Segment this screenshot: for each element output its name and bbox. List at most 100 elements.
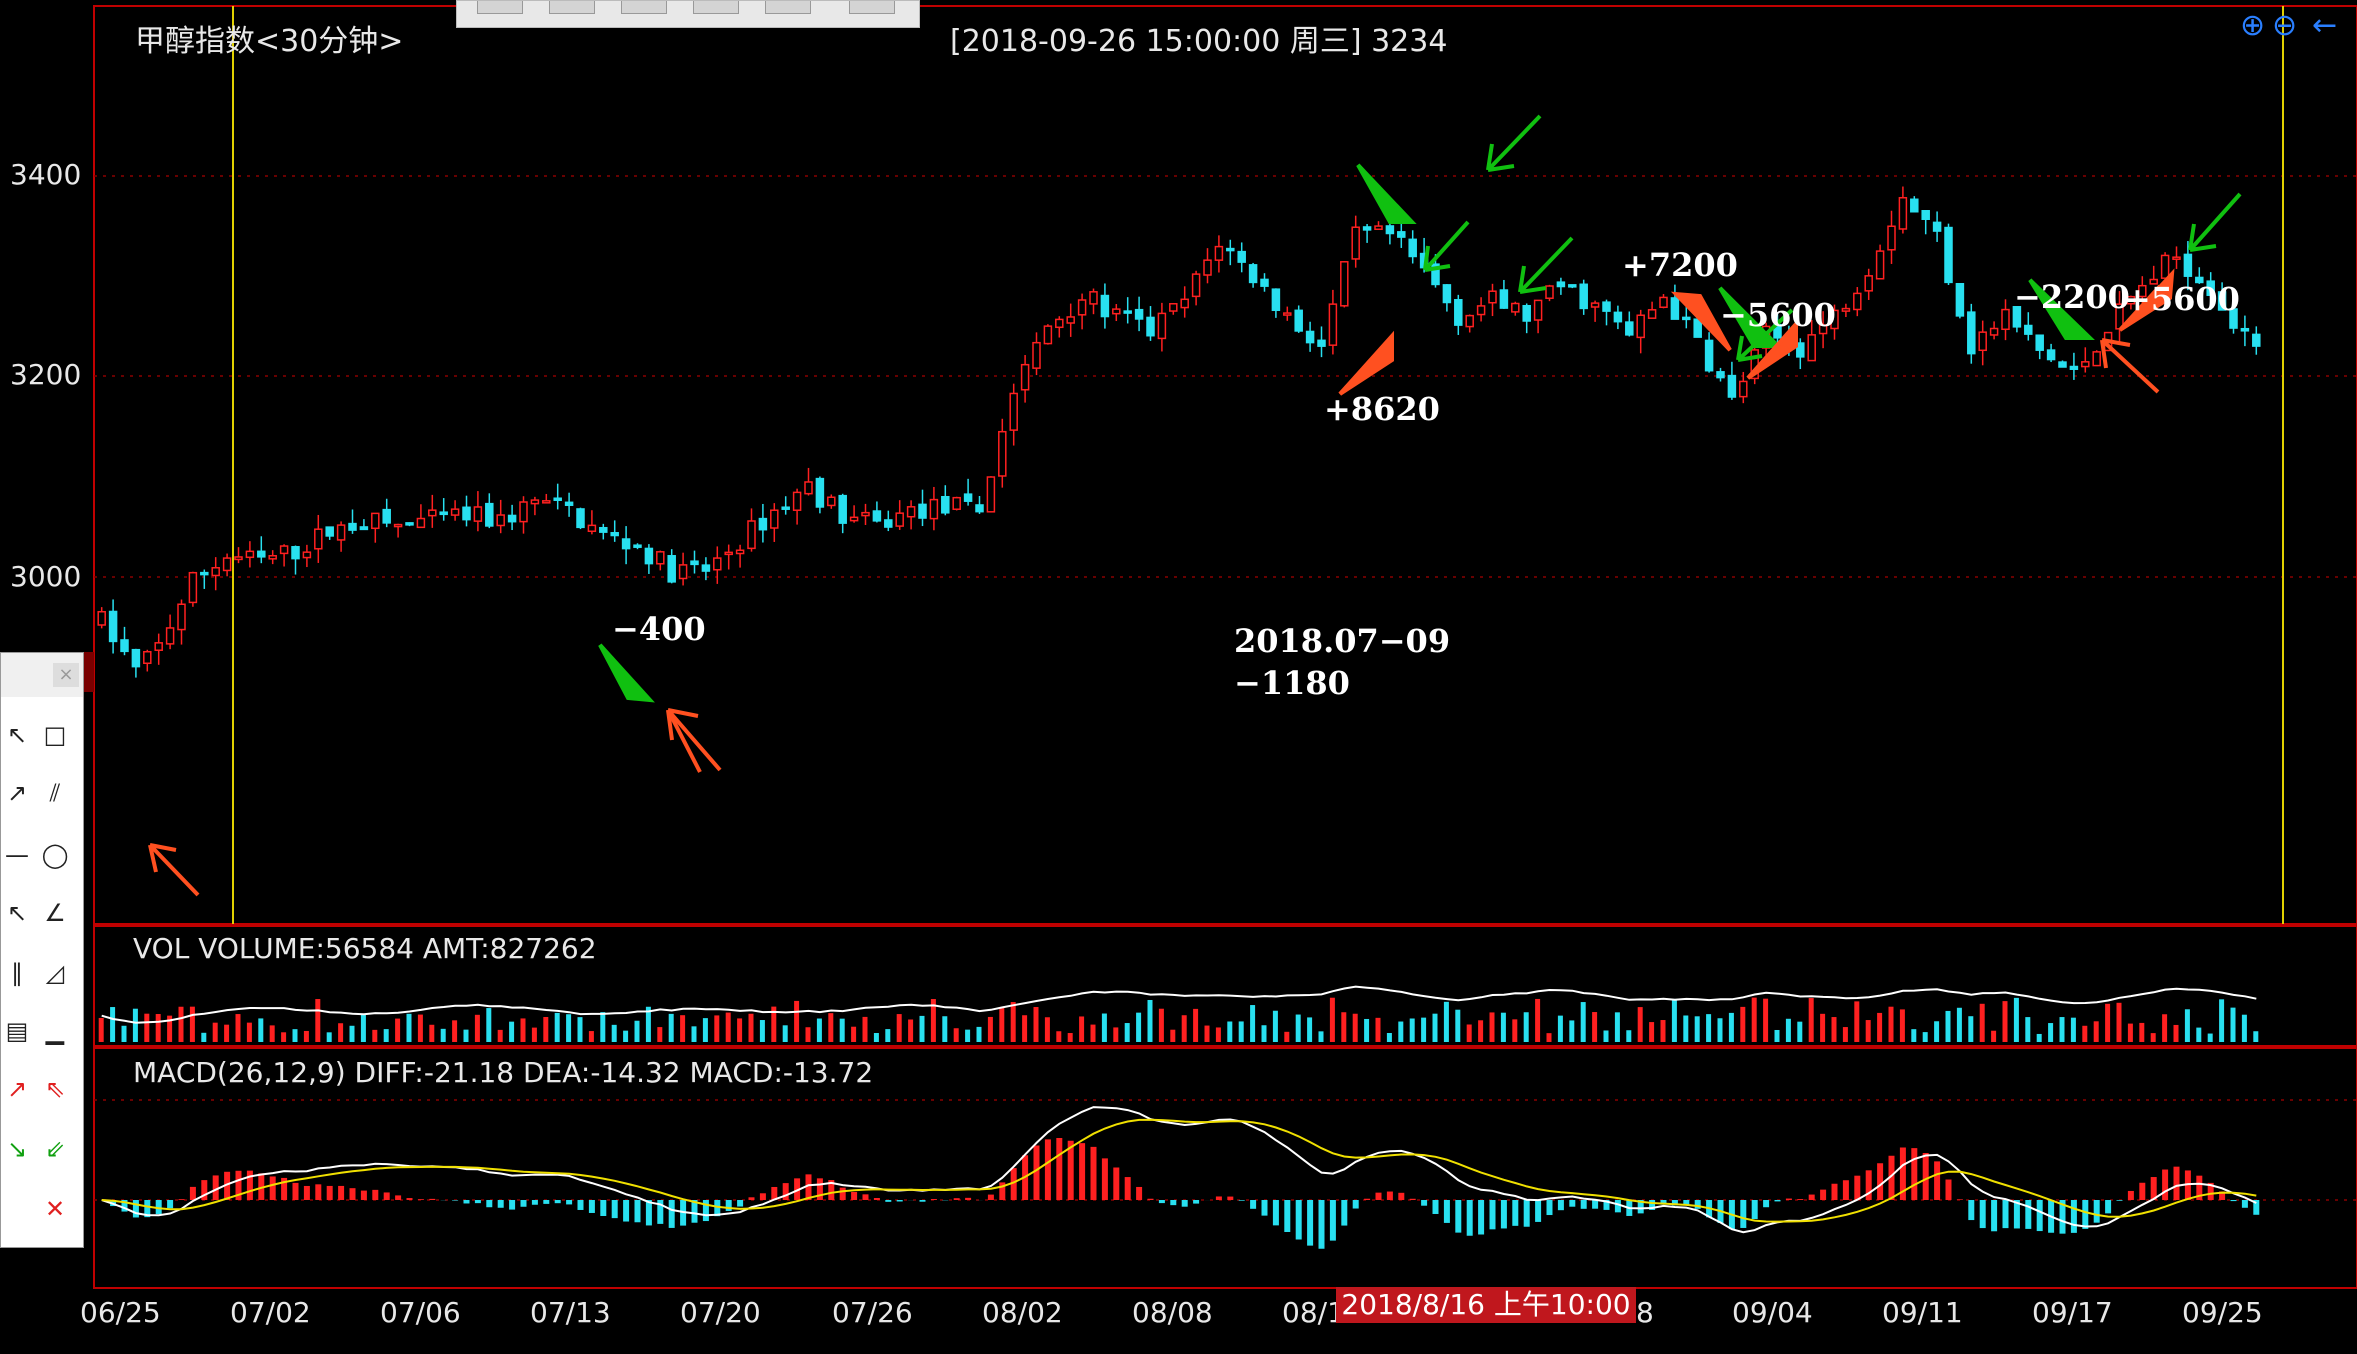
- volume-bar: [828, 1013, 834, 1042]
- trade-arrows: [148, 114, 2242, 897]
- volume-bar: [2025, 1017, 2031, 1042]
- volume-bar: [965, 1029, 971, 1042]
- candle-body: [245, 550, 255, 559]
- volume-bar: [782, 1025, 788, 1042]
- candle-body: [929, 498, 939, 520]
- volume-bar: [1991, 1030, 1997, 1042]
- candle-body: [1454, 299, 1463, 326]
- volume-bar: [725, 1012, 731, 1042]
- volume-bar: [2173, 1024, 2179, 1042]
- down-outline-arrow-icon[interactable]: ⇙: [39, 1133, 71, 1165]
- close-icon[interactable]: ×: [53, 663, 79, 687]
- candle-body: [564, 501, 574, 506]
- candle-body: [405, 522, 414, 526]
- horizontal-line-icon[interactable]: —: [1, 839, 33, 871]
- volume-bar: [714, 1015, 720, 1042]
- volume-bar: [1295, 1014, 1301, 1042]
- candle-body: [1499, 289, 1509, 309]
- candle-body: [1260, 278, 1269, 287]
- volume-bar: [1352, 1013, 1358, 1042]
- candle-body: [1682, 316, 1691, 321]
- volume-bar: [2150, 1033, 2156, 1042]
- volume-bar: [1329, 997, 1335, 1042]
- line-icon[interactable]: ↗: [1, 777, 33, 809]
- up-outline-arrow-icon[interactable]: ⇖: [39, 1073, 71, 1105]
- select-arrow-icon[interactable]: ↖: [1, 719, 33, 751]
- volume-bar: [1272, 1010, 1278, 1042]
- volume-bar: [144, 1013, 150, 1042]
- volume-bar: [1113, 1027, 1119, 1042]
- candle-body: [1716, 371, 1725, 379]
- volume-bar: [429, 1024, 435, 1042]
- volume-bar: [258, 1018, 264, 1042]
- zoom-in-icon[interactable]: ⊕: [2240, 8, 2265, 43]
- volume-bar: [1500, 1012, 1506, 1042]
- volume-bar: [600, 1012, 606, 1042]
- candle-body: [1841, 307, 1851, 312]
- volume-bar: [1170, 1029, 1176, 1042]
- delete-icon[interactable]: ✕: [39, 1193, 71, 1225]
- x-tick-label: 09/25: [2182, 1296, 2263, 1329]
- volume-bar: [1808, 998, 1814, 1042]
- arrow-left-icon[interactable]: ←: [2312, 8, 2337, 43]
- volume-bar: [1694, 1016, 1700, 1042]
- ellipse-icon[interactable]: ◯: [39, 839, 71, 871]
- volume-bar: [634, 1020, 640, 1042]
- volume-bar: [1215, 1027, 1221, 1042]
- candle-body: [1385, 225, 1395, 235]
- volume-bar: [2048, 1023, 2054, 1042]
- volume-bar: [657, 1027, 663, 1042]
- volume-bar: [1603, 1030, 1609, 1042]
- toolbar-button[interactable]: [621, 1, 667, 14]
- candle-body: [747, 520, 756, 550]
- candle-body: [1625, 321, 1634, 336]
- candle-body: [553, 497, 562, 501]
- trade-annotation: −5600: [1720, 296, 1836, 334]
- macd-diff-line: [101, 1106, 2257, 1234]
- up-arrow-icon[interactable]: ↗: [1, 1073, 33, 1105]
- candle-body: [1237, 250, 1246, 263]
- candle-body: [576, 508, 585, 529]
- candle-body: [895, 512, 904, 527]
- volume-bar: [1432, 1013, 1438, 1042]
- candle-body: [143, 650, 152, 665]
- ruler-icon[interactable]: ▁: [39, 1015, 71, 1047]
- candle-body: [1055, 318, 1064, 329]
- ray-icon[interactable]: ↖: [1, 897, 33, 929]
- volume-bar: [1455, 1009, 1461, 1042]
- volume-bar: [2002, 1001, 2008, 1042]
- volume-bar: [1250, 1005, 1256, 1042]
- candle-body: [188, 571, 198, 604]
- text-block-icon[interactable]: ▤: [1, 1015, 33, 1047]
- volume-bar: [452, 1020, 458, 1042]
- candle-body: [1123, 310, 1132, 314]
- gann-angle-icon[interactable]: ◿: [39, 957, 71, 989]
- rectangle-icon[interactable]: □: [39, 719, 71, 751]
- toolbar-button[interactable]: [549, 1, 595, 14]
- top-toolbar[interactable]: [456, 0, 920, 28]
- volume-bar: [1284, 1031, 1290, 1042]
- candle-body: [211, 567, 220, 577]
- candle-body: [1568, 284, 1577, 288]
- candle-body: [542, 500, 551, 504]
- volume-bar: [1751, 997, 1757, 1042]
- volume-bar: [292, 1029, 298, 1042]
- volume-bars: [98, 997, 2259, 1042]
- candle-body: [952, 496, 961, 510]
- vertical-lines-icon[interactable]: ∥: [1, 957, 33, 989]
- candle-body: [2069, 365, 2079, 370]
- down-arrow-icon[interactable]: ↘: [1, 1133, 33, 1165]
- toolbar-button[interactable]: [693, 1, 739, 14]
- volume-bar: [1318, 1031, 1324, 1042]
- zoom-out-icon[interactable]: ⊖: [2272, 8, 2297, 43]
- volume-bar: [212, 1022, 218, 1042]
- toolbar-button[interactable]: [849, 1, 895, 14]
- volume-bar: [1044, 1017, 1050, 1042]
- candle-body: [1305, 330, 1315, 344]
- parallel-lines-icon[interactable]: ⫽: [39, 777, 71, 809]
- angle-icon[interactable]: ∠: [39, 897, 71, 929]
- candle-body: [1898, 196, 1908, 230]
- chart-canvas[interactable]: [0, 0, 2357, 1354]
- toolbar-button[interactable]: [477, 1, 523, 14]
- toolbar-button[interactable]: [765, 1, 811, 14]
